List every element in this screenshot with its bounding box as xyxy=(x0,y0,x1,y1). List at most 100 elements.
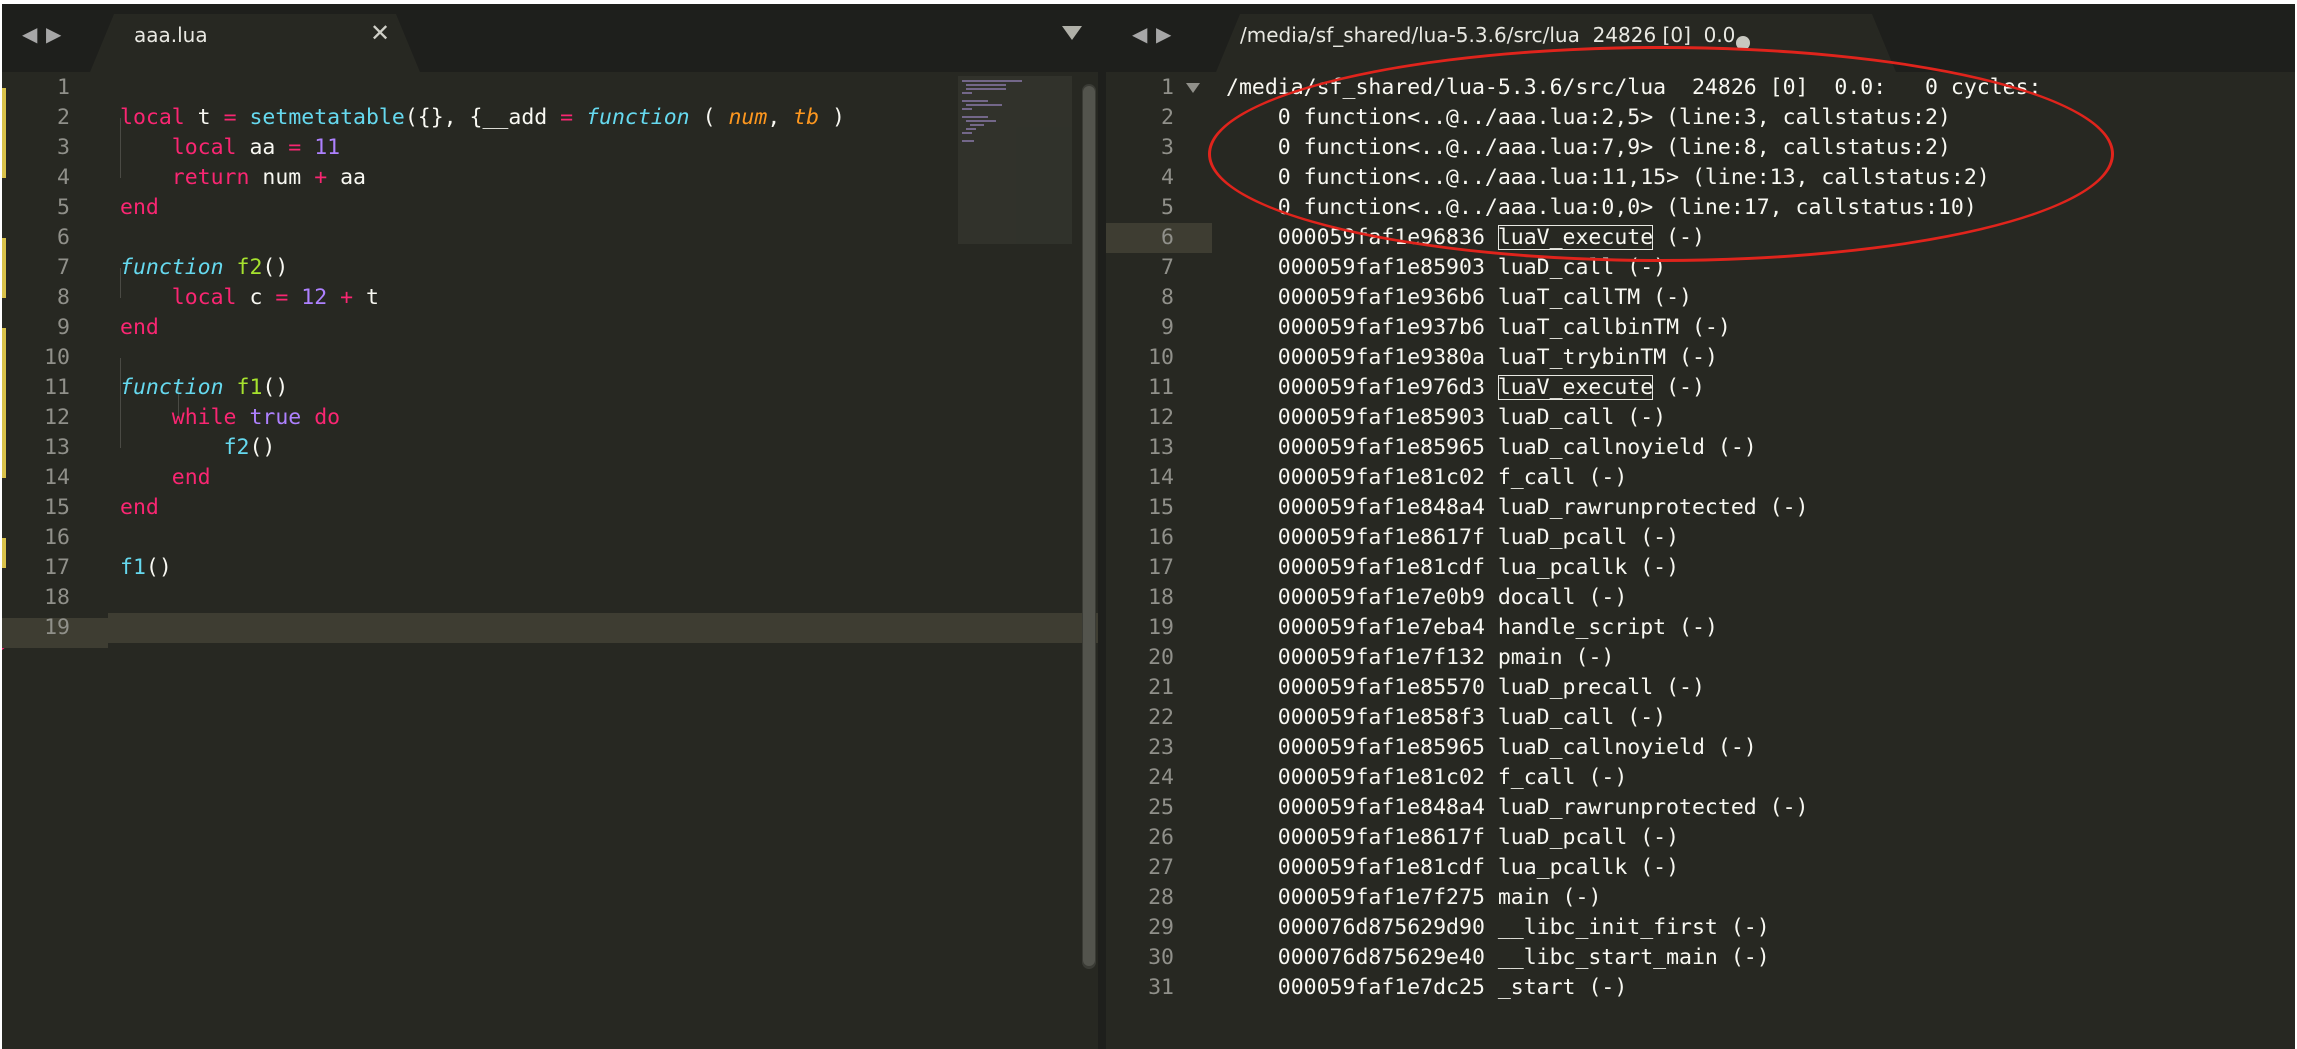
frame-address: 000059faf1e7e0b9 xyxy=(1226,585,1498,610)
output-line[interactable]: 6 000059faf1e96836 luaV_execute (-) xyxy=(1106,223,2295,253)
code-token: function xyxy=(586,105,690,130)
code-line[interactable]: 11 function f1() xyxy=(2,373,1098,403)
line-number: 1 xyxy=(1161,75,1174,100)
output-line[interactable]: 8 000059faf1e936b6 luaT_callTM (-) xyxy=(1106,283,2295,313)
line-number: 6 xyxy=(1161,225,1174,250)
right-output-pane[interactable]: ◀ ▶ /media/sf_shared/lua-5.3.6/src/lua 2… xyxy=(1106,4,2295,1049)
line-number: 31 xyxy=(1148,975,1174,1000)
output-line[interactable]: 10 000059faf1e9380a luaT_trybinTM (-) xyxy=(1106,343,2295,373)
output-line[interactable]: 18 000059faf1e7e0b9 docall (-) xyxy=(1106,583,2295,613)
code-token: local xyxy=(120,105,185,130)
output-line[interactable]: 14 000059faf1e81c02 f_call (-) xyxy=(1106,463,2295,493)
output-line[interactable]: 27 000059faf1e81cdf lua_pcallk (-) xyxy=(1106,853,2295,883)
frame-address: 000059faf1e85903 xyxy=(1226,255,1498,280)
output-line[interactable]: 20 000059faf1e7f132 pmain (-) xyxy=(1106,643,2295,673)
output-line[interactable]: 2 0 function<..@../aaa.lua:2,5> (line:3,… xyxy=(1106,103,2295,133)
output-view[interactable]: 1/media/sf_shared/lua-5.3.6/src/lua 2482… xyxy=(1106,72,2295,1049)
output-line[interactable]: 21 000059faf1e85570 luaD_precall (-) xyxy=(1106,673,2295,703)
pane-divider[interactable] xyxy=(1098,4,1106,1049)
output-line[interactable]: 24 000059faf1e81c02 f_call (-) xyxy=(1106,763,2295,793)
frame-info: (-) xyxy=(1756,495,1809,520)
code-text: end xyxy=(120,463,211,493)
output-line[interactable]: 3 0 function<..@../aaa.lua:7,9> (line:8,… xyxy=(1106,133,2295,163)
code-line[interactable]: 12 while true do xyxy=(2,403,1098,433)
code-line[interactable]: 6 xyxy=(2,223,1098,253)
code-line[interactable]: 18 xyxy=(2,583,1098,613)
line-number: 22 xyxy=(1148,705,1174,730)
left-editor-pane[interactable]: ◀ ▶ aaa.lua ✕ 1 2 local t = setmetatable({… xyxy=(2,4,1098,1049)
output-line[interactable]: 11 000059faf1e976d3 luaV_execute (-) xyxy=(1106,373,2295,403)
nav-right-icon[interactable]: ▶ xyxy=(46,22,61,46)
tab-title[interactable]: aaa.lua xyxy=(134,23,208,47)
output-line[interactable]: 25 000059faf1e848a4 luaD_rawrunprotected… xyxy=(1106,793,2295,823)
output-line[interactable]: 31 000059faf1e7dc25 _start (-) xyxy=(1106,973,2295,1003)
nav-left-icon[interactable]: ◀ xyxy=(1132,22,1147,46)
code-line[interactable]: 9 end xyxy=(2,313,1098,343)
line-number: 19 xyxy=(1148,615,1174,640)
output-line[interactable]: 22 000059faf1e858f3 luaD_call (-) xyxy=(1106,703,2295,733)
output-line[interactable]: 23 000059faf1e85965 luaD_callnoyield (-) xyxy=(1106,733,2295,763)
code-line[interactable]: 13 f2() xyxy=(2,433,1098,463)
output-line[interactable]: 15 000059faf1e848a4 luaD_rawrunprotected… xyxy=(1106,493,2295,523)
code-line[interactable]: 7 function f2() xyxy=(2,253,1098,283)
frame-address: 000059faf1e7f132 xyxy=(1226,645,1498,670)
code-token: end xyxy=(171,465,211,490)
output-line[interactable]: 28 000059faf1e7f275 main (-) xyxy=(1106,883,2295,913)
frame-symbol: luaV_execute xyxy=(1497,375,1654,400)
sublime-window: ◀ ▶ aaa.lua ✕ 1 2 local t = setmetatable({… xyxy=(2,4,2295,1049)
frame-symbol: luaT_trybinTM xyxy=(1497,345,1667,370)
stack-frame-line: 000059faf1e9380a luaT_trybinTM (-) xyxy=(1226,343,1718,373)
line-number: 10 xyxy=(44,345,70,370)
output-line[interactable]: 9 000059faf1e937b6 luaT_callbinTM (-) xyxy=(1106,313,2295,343)
code-editor[interactable]: 1 2 local t = setmetatable({}, {__add = fu… xyxy=(2,72,1098,1049)
output-line[interactable]: 5 0 function<..@../aaa.lua:0,0> (line:17… xyxy=(1106,193,2295,223)
output-line[interactable]: 19 000059faf1e7eba4 handle_script (-) xyxy=(1106,613,2295,643)
stack-frame-line: 000059faf1e96836 luaV_execute (-) xyxy=(1226,223,1705,253)
output-line[interactable]: 16 000059faf1e8617f luaD_pcall (-) xyxy=(1106,523,2295,553)
line-number: 7 xyxy=(57,255,70,280)
minimap[interactable] xyxy=(958,76,1072,244)
code-line[interactable]: 17 f1() xyxy=(2,553,1098,583)
code-line[interactable]: 2 local t = setmetatable({}, {__add = fun… xyxy=(2,103,1098,133)
lua-frame-line: 0 function<..@../aaa.lua:0,0> (line:17, … xyxy=(1226,195,1977,220)
stack-frame-line: 000059faf1e848a4 luaD_rawrunprotected (-… xyxy=(1226,793,1809,823)
code-line[interactable]: 8 local c = 12 + t xyxy=(2,283,1098,313)
code-line[interactable]: 5 end xyxy=(2,193,1098,223)
code-line[interactable]: 19 xyxy=(44,613,1098,643)
line-number: 11 xyxy=(1148,375,1174,400)
code-line[interactable]: 1 xyxy=(2,73,1098,103)
code-line[interactable]: 14 end xyxy=(2,463,1098,493)
output-line[interactable]: 4 0 function<..@../aaa.lua:11,15> (line:… xyxy=(1106,163,2295,193)
output-line[interactable]: 17 000059faf1e81cdf lua_pcallk (-) xyxy=(1106,553,2295,583)
output-line[interactable]: 26 000059faf1e8617f luaD_pcall (-) xyxy=(1106,823,2295,853)
code-line[interactable]: 16 xyxy=(2,523,1098,553)
frame-address: 000059faf1e7f275 xyxy=(1226,885,1498,910)
right-tabbar: ◀ ▶ /media/sf_shared/lua-5.3.6/src/lua 2… xyxy=(1106,4,2295,72)
code-line[interactable]: 15 end xyxy=(2,493,1098,523)
code-line[interactable]: 10 xyxy=(2,343,1098,373)
tab-title[interactable]: /media/sf_shared/lua-5.3.6/src/lua 24826… xyxy=(1240,23,1735,47)
output-line[interactable]: 1/media/sf_shared/lua-5.3.6/src/lua 2482… xyxy=(1106,73,2295,103)
code-line[interactable]: 4 return num + aa xyxy=(2,163,1098,193)
line-number: 13 xyxy=(44,435,70,460)
output-line[interactable]: 7 000059faf1e85903 luaD_call (-) xyxy=(1106,253,2295,283)
line-number: 18 xyxy=(1148,585,1174,610)
line-number: 15 xyxy=(1148,495,1174,520)
nav-right-icon[interactable]: ▶ xyxy=(1156,22,1171,46)
nav-left-icon[interactable]: ◀ xyxy=(22,22,37,46)
frame-symbol: luaD_precall xyxy=(1497,675,1654,700)
frame-info: (-) xyxy=(1575,465,1628,490)
scrollbar-thumb[interactable] xyxy=(1083,86,1095,966)
output-line[interactable]: 29 000076d875629d90 __libc_init_first (-… xyxy=(1106,913,2295,943)
dirty-indicator-icon[interactable] xyxy=(1736,36,1750,50)
dropdown-icon[interactable] xyxy=(1062,26,1082,40)
output-line[interactable]: 13 000059faf1e85965 luaD_callnoyield (-) xyxy=(1106,433,2295,463)
close-icon[interactable]: ✕ xyxy=(370,19,390,47)
output-line[interactable]: 30 000076d875629e40 __libc_start_main (-… xyxy=(1106,943,2295,973)
code-token: f1 xyxy=(236,375,263,400)
code-token: aa xyxy=(327,165,366,190)
output-line[interactable]: 12 000059faf1e85903 luaD_call (-) xyxy=(1106,403,2295,433)
code-line[interactable]: 3 local aa = 11 xyxy=(2,133,1098,163)
